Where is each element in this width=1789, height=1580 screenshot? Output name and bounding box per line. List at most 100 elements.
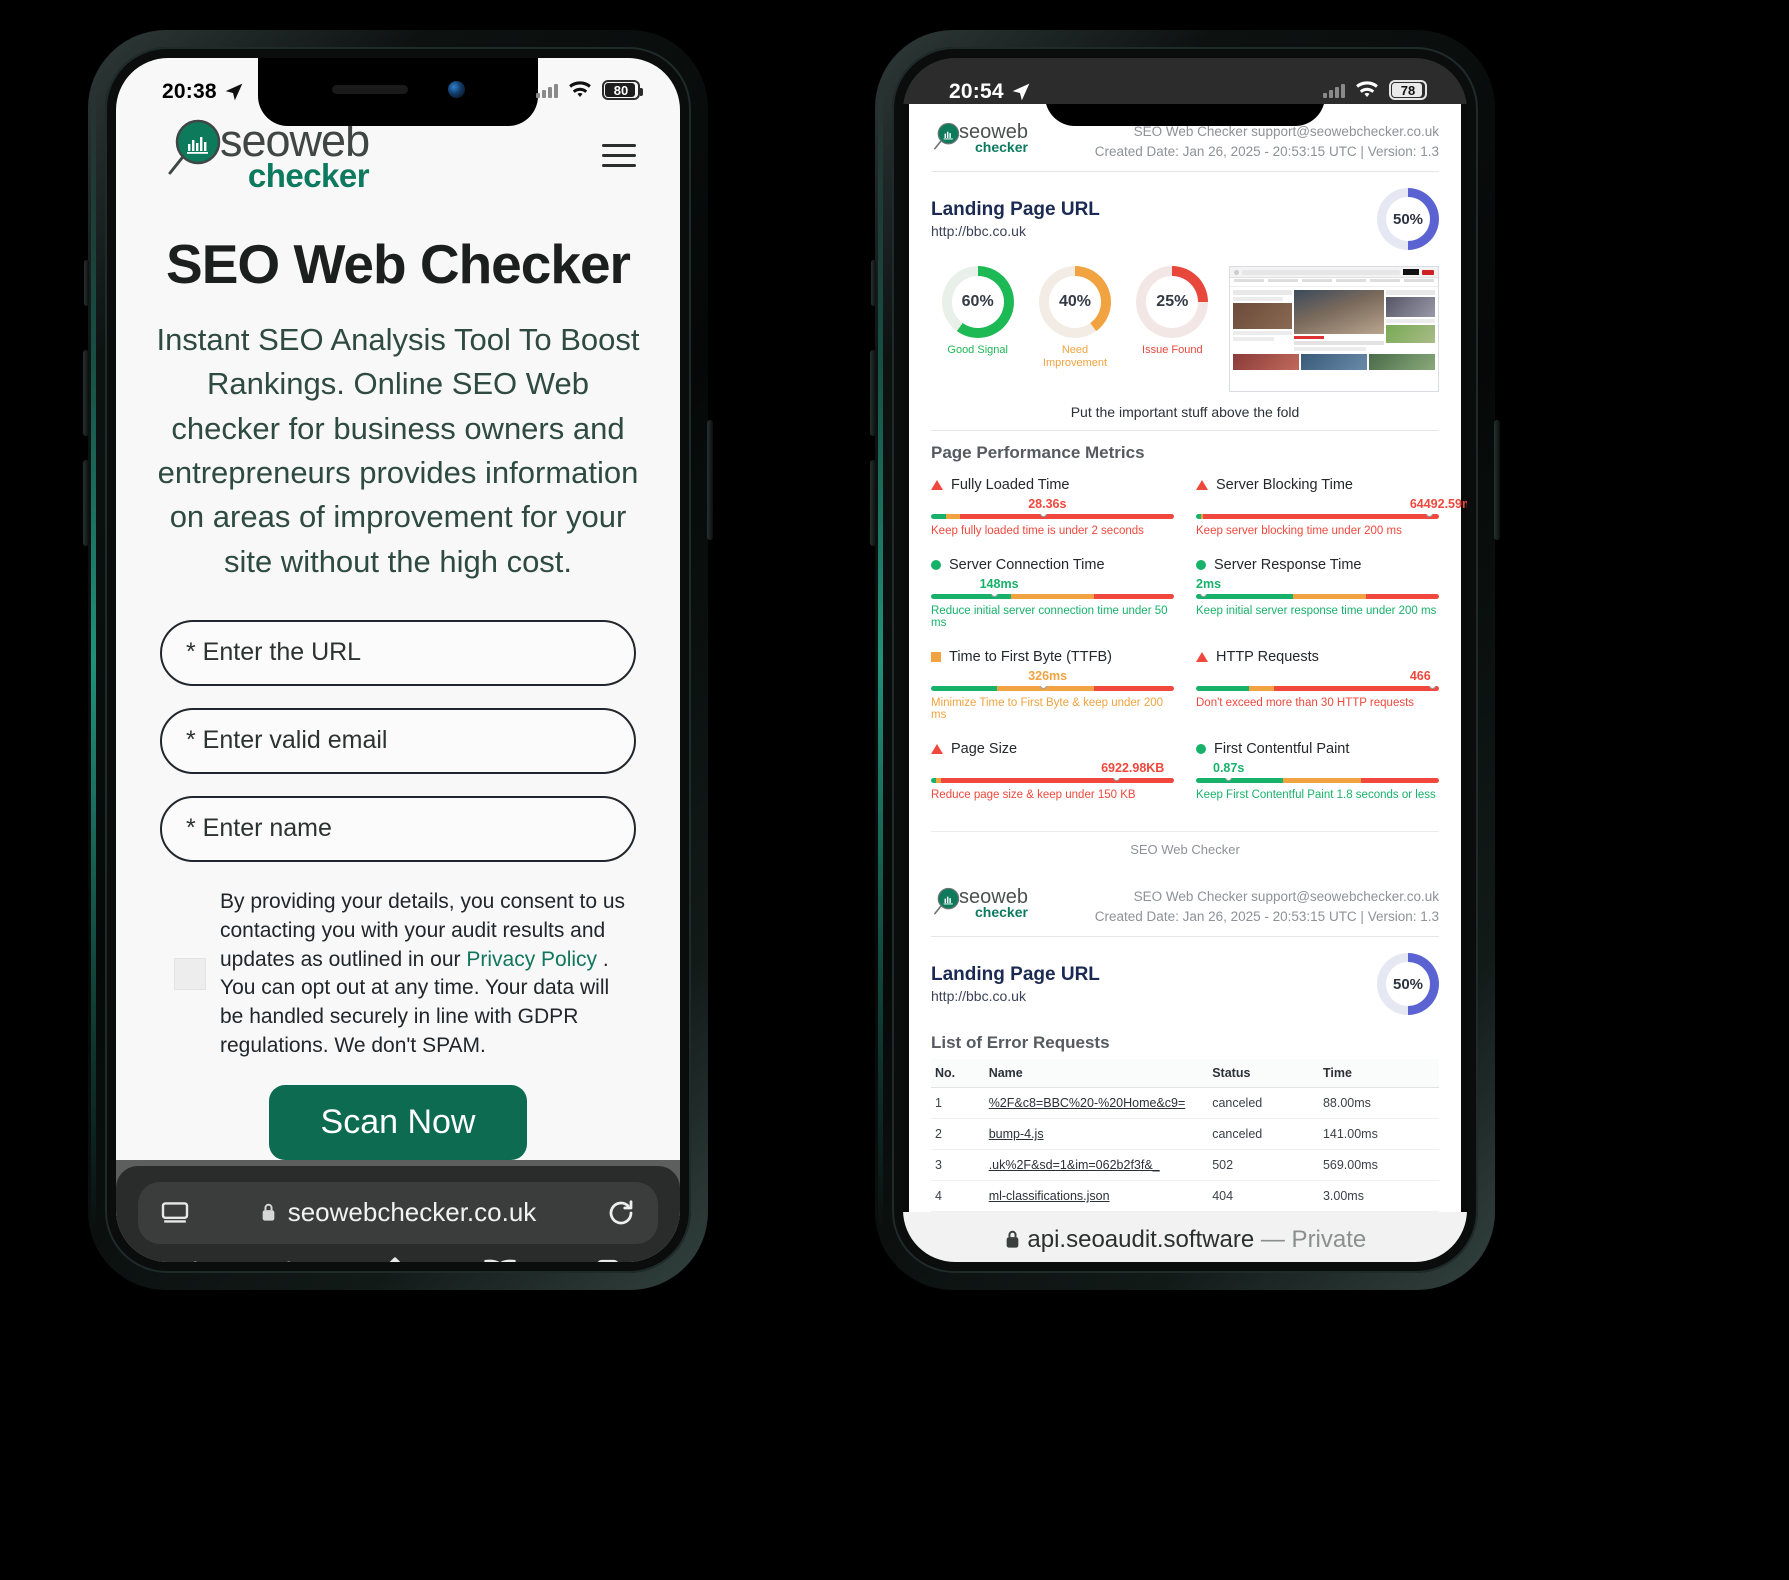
tabs-icon[interactable] (588, 1257, 622, 1262)
hamburger-menu-icon[interactable] (598, 134, 640, 177)
metric-value: 0.87s (1213, 761, 1245, 776)
table-row: 4 ml-classifications.json 404 3.00ms (931, 1180, 1439, 1213)
report-created-date: Created Date: Jan 26, 2025 - 20:53:15 UT… (1094, 143, 1439, 159)
table-cell: 404 (1208, 1180, 1319, 1213)
metric-value: 6922.98KB (1101, 761, 1165, 776)
metric-value: 466 (1409, 669, 1431, 684)
gauge-need-improvement: 40% Need Improvement (1028, 266, 1121, 370)
metric-header: HTTP Requests (1196, 649, 1439, 665)
private-url[interactable]: api.seoaudit.software (1027, 1226, 1254, 1253)
error-request-name[interactable]: ml-classifications.json (984, 1180, 1209, 1213)
table-cell: 3.00ms (1318, 1180, 1439, 1213)
volume-up-button[interactable] (83, 350, 89, 436)
report-page-2: seoweb checker SEO Web Checker support@s… (909, 869, 1461, 1213)
report-meta-2: SEO Web Checker support@seowebchecker.co… (1095, 887, 1439, 926)
hero-subtitle: Instant SEO Analysis Tool To Boost Ranki… (156, 322, 640, 579)
privacy-policy-link[interactable]: Privacy Policy (466, 948, 597, 971)
metrics-grid: Fully Loaded Time 28.36s Keep fully loaded… (909, 471, 1467, 821)
name-input[interactable]: * Enter name (160, 795, 636, 862)
performance-metrics-title: Page Performance Metrics (931, 443, 1145, 463)
lock-icon (262, 1203, 275, 1221)
landing-page-url-2: http://bbc.co.uk (931, 988, 1026, 1005)
table-row: 3 .uk%2F&sd=1&im=062b2f3f&_ 502 569.00ms (931, 1149, 1439, 1182)
metric-bar (1196, 686, 1439, 692)
book-icon[interactable] (480, 1257, 520, 1262)
metric-value: 28.36s (1028, 497, 1067, 512)
volume-up-button-right[interactable] (870, 350, 876, 436)
share-icon[interactable] (378, 1256, 412, 1262)
landing-page-url: http://bbc.co.uk (931, 223, 1026, 240)
table-cell: 2 (931, 1118, 985, 1151)
table-cell: 88.00ms (1318, 1087, 1439, 1120)
report-brand-logo: seoweb checker (931, 122, 1028, 154)
location-arrow-icon-right (1012, 83, 1030, 101)
mute-switch-right[interactable] (871, 260, 876, 306)
table-cell: 1 (931, 1087, 985, 1120)
right-phone-screen: 20:54 78 seoweb checker SEO Web Checker … (903, 58, 1467, 1262)
status-time: 20:38 (162, 80, 217, 103)
error-request-name[interactable]: bump-4.js (984, 1118, 1209, 1151)
metric-note: Reduce initial server connection time un… (931, 605, 1168, 630)
metric-card: Time to First Byte (TTFB) 326ms Minimize T… (931, 643, 1174, 731)
error-requests-table: No. Name Status Time 1 %2F&c8=BBC%20-%20Home… (931, 1059, 1439, 1213)
landing-page-section: Landing Page URL http://bbc.co.uk 50% (909, 172, 1461, 258)
gauge-caption-1: Need Improvement (1042, 344, 1108, 370)
metric-name: First Contentful Paint (1214, 741, 1350, 758)
reload-icon[interactable] (606, 1198, 636, 1228)
metric-bar (931, 778, 1174, 784)
report-footer: SEO Web Checker (931, 831, 1439, 869)
landing-page-label: Landing Page URL (931, 199, 1100, 221)
metric-value: 2ms (1196, 577, 1222, 592)
consent-row: By providing your details, you consent t… (160, 884, 636, 1061)
table-row: 2 bump-4.js canceled 141.00ms (931, 1118, 1439, 1151)
report-contact-2: SEO Web Checker support@seowebchecker.co… (1133, 889, 1439, 905)
mute-switch[interactable] (84, 260, 89, 306)
score-gauges: 60% Good Signal 40% Need Improvement 25%… (909, 258, 1461, 398)
metric-value: 64492.59ms (1409, 497, 1467, 512)
error-request-name[interactable]: .uk%2F&sd=1&im=062b2f3f&_ (984, 1149, 1209, 1182)
power-button-right[interactable] (1494, 420, 1500, 540)
power-button[interactable] (707, 420, 713, 540)
gauge-caption-2: Issue Found (1142, 344, 1203, 357)
status-triangle-icon (931, 480, 943, 491)
consent-text: By providing your details, you consent t… (220, 888, 632, 1061)
right-phone-bezel: 20:54 78 seoweb checker SEO Web Checker … (892, 47, 1478, 1273)
metric-name: HTTP Requests (1216, 649, 1319, 666)
metric-bar (1196, 778, 1439, 784)
status-dot-icon (1196, 744, 1206, 755)
back-chevron-icon[interactable] (174, 1257, 208, 1262)
metric-note: Don't exceed more than 30 HTTP requests (1196, 697, 1415, 710)
status-square-icon (931, 652, 941, 663)
metric-header: Server Blocking Time (1196, 477, 1439, 493)
volume-down-button[interactable] (83, 460, 89, 546)
forward-chevron-icon[interactable] (276, 1257, 310, 1262)
email-input[interactable]: * Enter valid email (160, 707, 636, 774)
gauge-group: 60% Good Signal 40% Need Improvement 25%… (931, 266, 1219, 370)
gauge-value-2: 25% (1146, 276, 1199, 329)
consent-checkbox[interactable] (174, 958, 206, 991)
reader-view-icon[interactable] (160, 1201, 190, 1225)
metric-bar (931, 514, 1174, 520)
metric-name: Server Blocking Time (1216, 477, 1353, 494)
status-bar-right: 20:54 78 (903, 58, 1467, 104)
table-cell: 569.00ms (1318, 1149, 1439, 1182)
status-left-right: 20:54 (949, 80, 1031, 104)
url-input[interactable]: * Enter the URL (160, 619, 636, 686)
brand-logo[interactable]: seoweb checker (162, 118, 370, 192)
scan-now-button[interactable]: Scan Now (268, 1084, 528, 1160)
error-request-name[interactable]: %2F&c8=BBC%20-%20Home&c9= (984, 1087, 1209, 1120)
volume-down-button-right[interactable] (870, 460, 876, 546)
metric-name: Page Size (951, 741, 1018, 758)
metric-card: Page Size 6922.98KB Reduce page size & kee… (931, 735, 1174, 811)
browser-private-bar: api.seoaudit.software — Private (903, 1212, 1467, 1262)
metric-name: Server Connection Time (949, 557, 1105, 574)
metric-card: Fully Loaded Time 28.36s Keep fully loaded… (931, 471, 1174, 547)
table-cell: canceled (1208, 1118, 1319, 1151)
browser-chrome: seowebchecker.co.uk (116, 1159, 680, 1262)
signal-bars-icon (536, 83, 558, 98)
address-bar[interactable]: seowebchecker.co.uk (138, 1181, 658, 1244)
status-triangle-icon (1196, 652, 1208, 663)
submit-row: Scan Now (160, 1061, 636, 1160)
battery-indicator: 80 (602, 80, 643, 100)
overall-score-donut: 50% (1377, 188, 1439, 251)
